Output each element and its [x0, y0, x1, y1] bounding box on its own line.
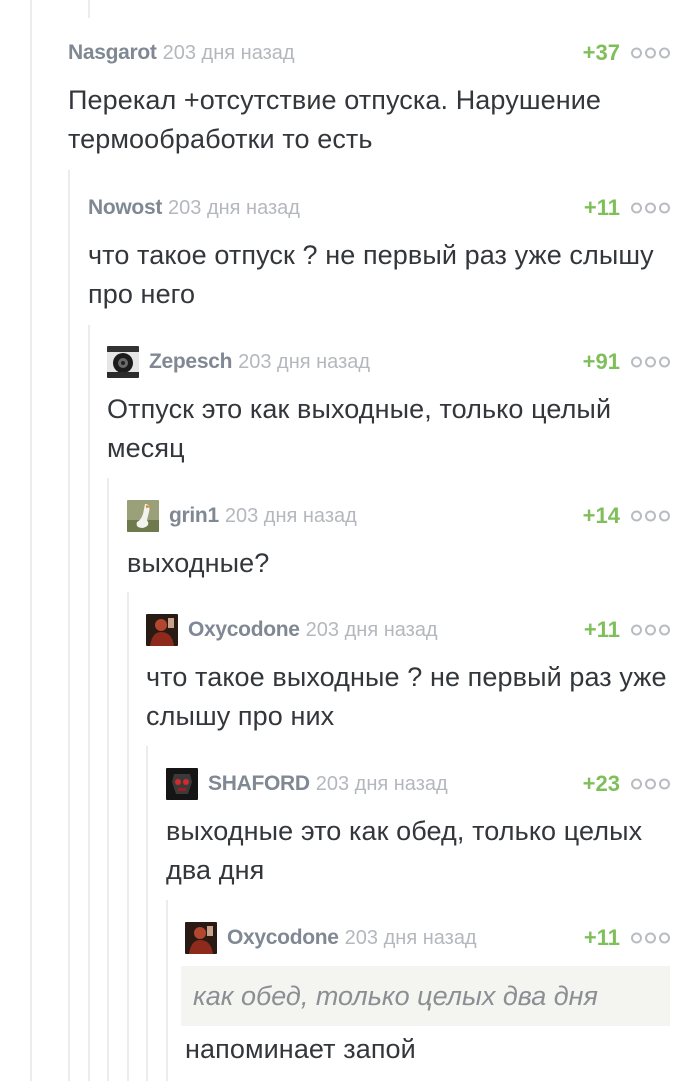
thread-line[interactable] — [166, 900, 168, 1081]
comment-text: что такое выходные ? не первый раз уже с… — [146, 662, 667, 731]
comment-author[interactable]: Nowost — [88, 196, 162, 220]
comment-rating: +14 — [582, 503, 620, 528]
comment-header: Oxycodone 203 дня назад +11 — [146, 614, 670, 646]
comment-text: выходные это как обед, только целых два … — [166, 816, 643, 885]
comment-header: Nasgarot 203 дня назад +37 — [68, 39, 670, 67]
comment-rating: +11 — [583, 617, 620, 642]
thread-line[interactable] — [88, 0, 90, 18]
avatar-dark-figure-icon[interactable] — [107, 346, 139, 378]
comment-header: Zepesch 203 дня назад +91 — [107, 346, 670, 378]
comment-text: что такое отпуск ? не первый раз уже слы… — [88, 240, 654, 309]
comment: Oxycodone 203 дня назад +11 как обед, то… — [181, 922, 670, 1069]
comment-author[interactable]: Zepesch — [149, 350, 232, 374]
more-icon[interactable] — [631, 624, 670, 636]
comment: Nowost 203 дня назад +11 что такое отпус… — [88, 194, 670, 314]
comment: Zepesch 203 дня назад +91 Отпуск это как… — [107, 346, 670, 468]
comment-time[interactable]: 203 дня назад — [316, 773, 448, 796]
avatar-red-figure-icon[interactable] — [146, 614, 178, 646]
thread-line[interactable] — [30, 0, 32, 1081]
thread-line[interactable] — [127, 592, 129, 1081]
thread-line[interactable] — [88, 325, 90, 1081]
more-icon[interactable] — [631, 202, 670, 214]
comment-time[interactable]: 203 дня назад — [225, 505, 357, 528]
comment: Oxycodone 203 дня назад +11 что такое вы… — [146, 614, 670, 736]
avatar-goose-icon[interactable] — [127, 500, 159, 532]
comment-time[interactable]: 203 дня назад — [345, 927, 477, 950]
comment-text: Отпуск это как выходные, только целый ме… — [107, 394, 612, 463]
thread-line[interactable] — [107, 478, 109, 1081]
comment-time[interactable]: 203 дня назад — [306, 619, 438, 642]
comment-author[interactable]: SHAFORD — [208, 772, 310, 796]
comment-rating: +11 — [583, 925, 620, 950]
comment-header: Oxycodone 203 дня назад +11 — [185, 922, 670, 954]
comment-text: Перекал +отсутствие отпуска. Нарушение т… — [68, 85, 602, 154]
comment-rating: +91 — [582, 349, 620, 374]
comment-text: выходные? — [127, 548, 270, 578]
comment-author[interactable]: Oxycodone — [227, 926, 339, 950]
comment-time[interactable]: 203 дня назад — [238, 351, 370, 374]
comment-author[interactable]: grin1 — [169, 504, 219, 528]
comment-text: напоминает запой — [185, 1034, 416, 1064]
comment-author[interactable]: Nasgarot — [68, 41, 157, 65]
comment-header: SHAFORD 203 дня назад +23 — [166, 768, 670, 800]
more-icon[interactable] — [631, 932, 670, 944]
comment: Nasgarot 203 дня назад +37 Перекал +отсу… — [68, 39, 670, 159]
comment-rating: +37 — [582, 40, 620, 65]
comment: grin1 203 дня назад +14 выходные? — [127, 500, 670, 583]
avatar-red-figure-icon[interactable] — [185, 922, 217, 954]
comment-header: grin1 203 дня назад +14 — [127, 500, 670, 532]
comment-rating: +11 — [583, 195, 620, 220]
comment-rating: +23 — [582, 771, 620, 796]
comment: SHAFORD 203 дня назад +23 выходные это к… — [166, 768, 670, 890]
comment-header: Nowost 203 дня назад +11 — [88, 194, 670, 222]
more-icon[interactable] — [631, 510, 670, 522]
comment-quote: как обед, только целых два дня — [181, 966, 670, 1026]
more-icon[interactable] — [631, 356, 670, 368]
more-icon[interactable] — [631, 778, 670, 790]
thread-line[interactable] — [146, 746, 148, 1081]
more-icon[interactable] — [631, 47, 670, 59]
thread-line[interactable] — [68, 170, 70, 1081]
comment-thread: Nasgarot 203 дня назад +37 Перекал +отсу… — [0, 0, 700, 1081]
comment-time[interactable]: 203 дня назад — [168, 197, 300, 220]
comment-time[interactable]: 203 дня назад — [163, 42, 295, 65]
avatar-red-robot-icon[interactable] — [166, 768, 198, 800]
comment-author[interactable]: Oxycodone — [188, 618, 300, 642]
